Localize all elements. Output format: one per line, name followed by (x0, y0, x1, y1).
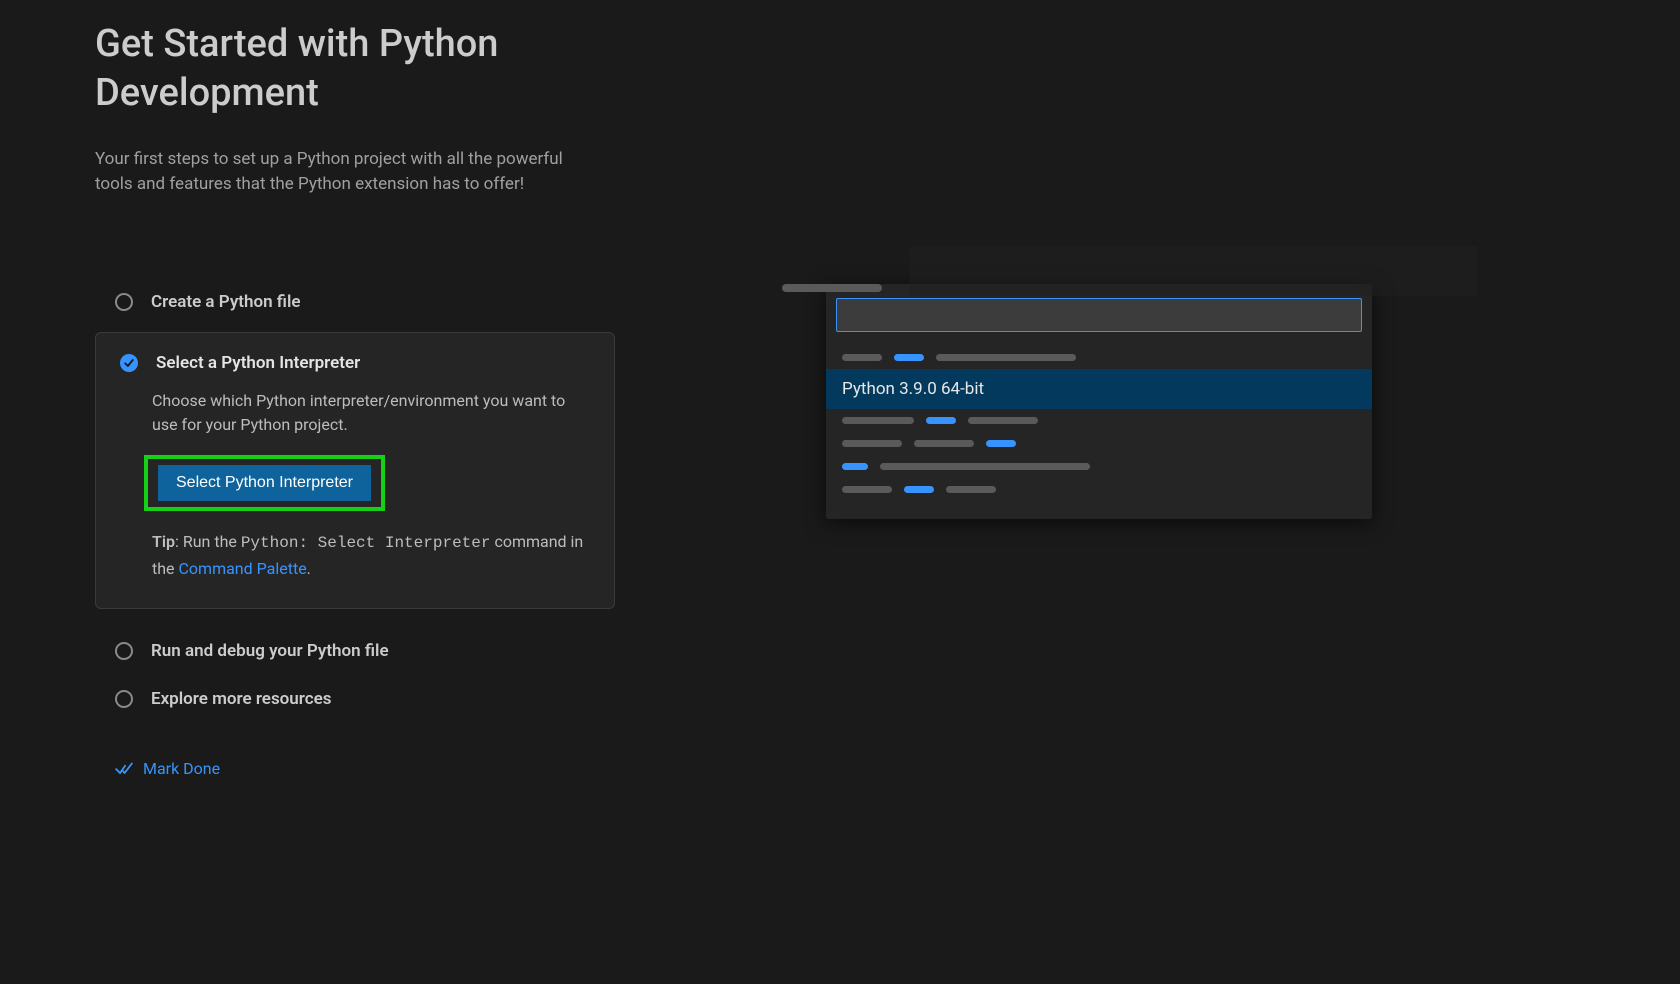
placeholder-bar (842, 463, 868, 470)
step-explore-resources[interactable]: Explore more resources (95, 675, 780, 723)
placeholder-bar (904, 486, 934, 493)
step-select-interpreter[interactable]: Select a Python Interpreter (120, 353, 590, 373)
placeholder-bar (842, 440, 902, 447)
illustration-tab-placeholder (782, 284, 882, 292)
radio-unchecked-icon (115, 642, 133, 660)
placeholder-bar (946, 486, 996, 493)
step-label: Create a Python file (151, 292, 301, 312)
step-label: Select a Python Interpreter (156, 353, 360, 373)
step-run-debug[interactable]: Run and debug your Python file (95, 627, 780, 675)
walkthrough-steps: Create a Python file Select a Python Int… (95, 278, 780, 778)
radio-unchecked-icon (115, 293, 133, 311)
illustration-tab-bar (778, 256, 1478, 296)
placeholder-bar (894, 354, 924, 361)
placeholder-bar (914, 440, 974, 447)
tip-prefix: Tip (152, 532, 175, 551)
check-all-icon (115, 759, 133, 777)
step-label: Run and debug your Python file (151, 641, 389, 661)
tip-text: . (307, 559, 311, 578)
tip-code: Python: Select Interpreter (241, 534, 491, 552)
placeholder-bar (968, 417, 1038, 424)
illustration-selected-interpreter: Python 3.9.0 64-bit (842, 379, 984, 399)
placeholder-bar (986, 440, 1016, 447)
page-title: Get Started with Python Development (95, 20, 655, 119)
step-create-python-file[interactable]: Create a Python file (95, 278, 780, 326)
illustration-dropdown-row (836, 346, 1362, 369)
radio-unchecked-icon (115, 690, 133, 708)
placeholder-bar (880, 463, 1090, 470)
mark-done-button[interactable]: Mark Done (115, 759, 780, 778)
placeholder-bar (926, 417, 956, 424)
page-subtitle: Your first steps to set up a Python proj… (95, 147, 595, 198)
placeholder-bar (842, 486, 892, 493)
tip-text: : Run the (175, 532, 241, 551)
illustration-tab-area (910, 246, 1478, 296)
step-label: Explore more resources (151, 689, 332, 709)
illustration-dropdown-input (836, 298, 1362, 332)
interpreter-picker-illustration: Python 3.9.0 64-bit (826, 256, 1466, 519)
illustration-dropdown-row (836, 432, 1362, 455)
select-python-interpreter-button[interactable]: Select Python Interpreter (158, 465, 371, 501)
step-description: Choose which Python interpreter/environm… (152, 389, 572, 437)
placeholder-bar (842, 417, 914, 424)
illustration-dropdown-row-selected: Python 3.9.0 64-bit (826, 369, 1372, 409)
illustration-dropdown-row (836, 409, 1362, 432)
placeholder-bar (936, 354, 1076, 361)
mark-done-label: Mark Done (143, 759, 220, 778)
step-select-interpreter-card: Select a Python Interpreter Choose which… (95, 332, 615, 609)
illustration-dropdown: Python 3.9.0 64-bit (826, 284, 1372, 519)
highlight-annotation: Select Python Interpreter (144, 455, 385, 511)
radio-checked-icon (120, 354, 138, 372)
illustration-dropdown-row (836, 455, 1362, 478)
placeholder-bar (842, 354, 882, 361)
illustration-dropdown-row (836, 478, 1362, 501)
command-palette-link[interactable]: Command Palette (179, 559, 307, 578)
step-tip: Tip: Run the Python: Select Interpreter … (152, 529, 590, 582)
